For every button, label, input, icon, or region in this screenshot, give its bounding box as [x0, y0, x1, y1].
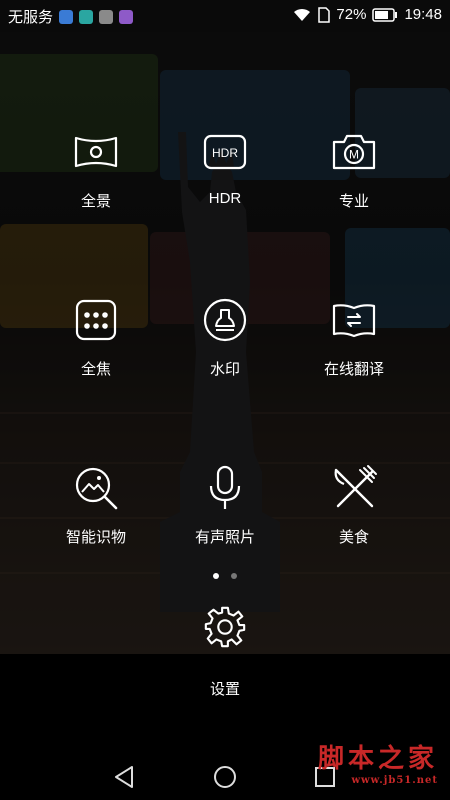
sim-icon — [318, 6, 331, 23]
mode-label: 专业 — [338, 193, 369, 210]
pen-notif-icon — [79, 9, 94, 24]
fork-knife-icon — [334, 465, 377, 508]
hdr-icon: HDR — [203, 134, 247, 170]
page-indicator — [0, 573, 450, 579]
mode-pro[interactable]: M 专业 — [279, 128, 429, 211]
mode-smart-recognize[interactable]: 智能识物 — [21, 464, 171, 547]
smart-recognize-icon — [75, 467, 118, 510]
battery-percent: 72% — [336, 6, 367, 23]
mode-label: 有声照片 — [194, 529, 255, 546]
mode-label: 水印 — [209, 361, 240, 378]
back-icon[interactable] — [110, 762, 140, 792]
mode-label: 全景 — [80, 193, 111, 210]
all-focus-icon — [75, 299, 117, 341]
status-bar: 无服务 72% 19:48 — [0, 0, 450, 32]
gallery-notif-icon — [99, 9, 114, 24]
hdr-icon-text: HDR — [212, 146, 238, 160]
mode-panorama[interactable]: 全景 — [21, 128, 171, 211]
mode-hdr[interactable]: HDR HDR — [150, 128, 300, 207]
site-watermark: 脚本之家 www.jb51.net — [318, 738, 438, 786]
media-notif-icon — [119, 9, 134, 24]
status-right: 72% 19:48 — [292, 6, 442, 23]
mode-audio-photo[interactable]: 有声照片 — [150, 464, 300, 547]
mode-label: 智能识物 — [65, 529, 126, 546]
wifi-icon — [294, 8, 311, 21]
battery-icon — [372, 7, 398, 22]
mode-food[interactable]: 美食 — [279, 464, 429, 547]
mode-watermark[interactable]: 水印 — [150, 296, 300, 379]
clock: 19:48 — [404, 6, 442, 23]
mode-label: 全焦 — [80, 361, 111, 378]
carrier-label: 无服务 — [8, 9, 54, 26]
pro-icon-text: M — [349, 148, 359, 162]
page-dot[interactable] — [231, 573, 237, 579]
watermark-icon — [203, 298, 247, 342]
status-left: 无服务 — [8, 6, 134, 27]
mode-label: HDR — [208, 190, 242, 207]
mode-label: 在线翻译 — [323, 361, 384, 378]
translate-book-icon — [332, 304, 376, 338]
mode-translate[interactable]: 在线翻译 — [279, 296, 429, 379]
pro-camera-icon: M — [332, 134, 376, 170]
page-dot-active[interactable] — [213, 573, 219, 579]
settings-label: 设置 — [209, 681, 240, 698]
settings-button[interactable]: 设置 — [150, 604, 300, 699]
mode-label: 美食 — [338, 529, 369, 546]
watermark-url: www.jb51.net — [351, 775, 438, 786]
home-icon[interactable] — [210, 762, 240, 792]
mode-all-focus[interactable]: 全焦 — [21, 296, 171, 379]
microphone-icon — [209, 465, 241, 509]
camera-mode-grid: 全景 HDR HDR M 专业 全焦 水印 在线翻译 智能识物 有声照片 美食 — [0, 32, 450, 592]
gear-icon — [204, 606, 246, 648]
bluetooth-notif-icon — [59, 9, 74, 24]
panorama-icon — [74, 136, 118, 168]
watermark-text: 脚本之家 — [317, 744, 438, 774]
